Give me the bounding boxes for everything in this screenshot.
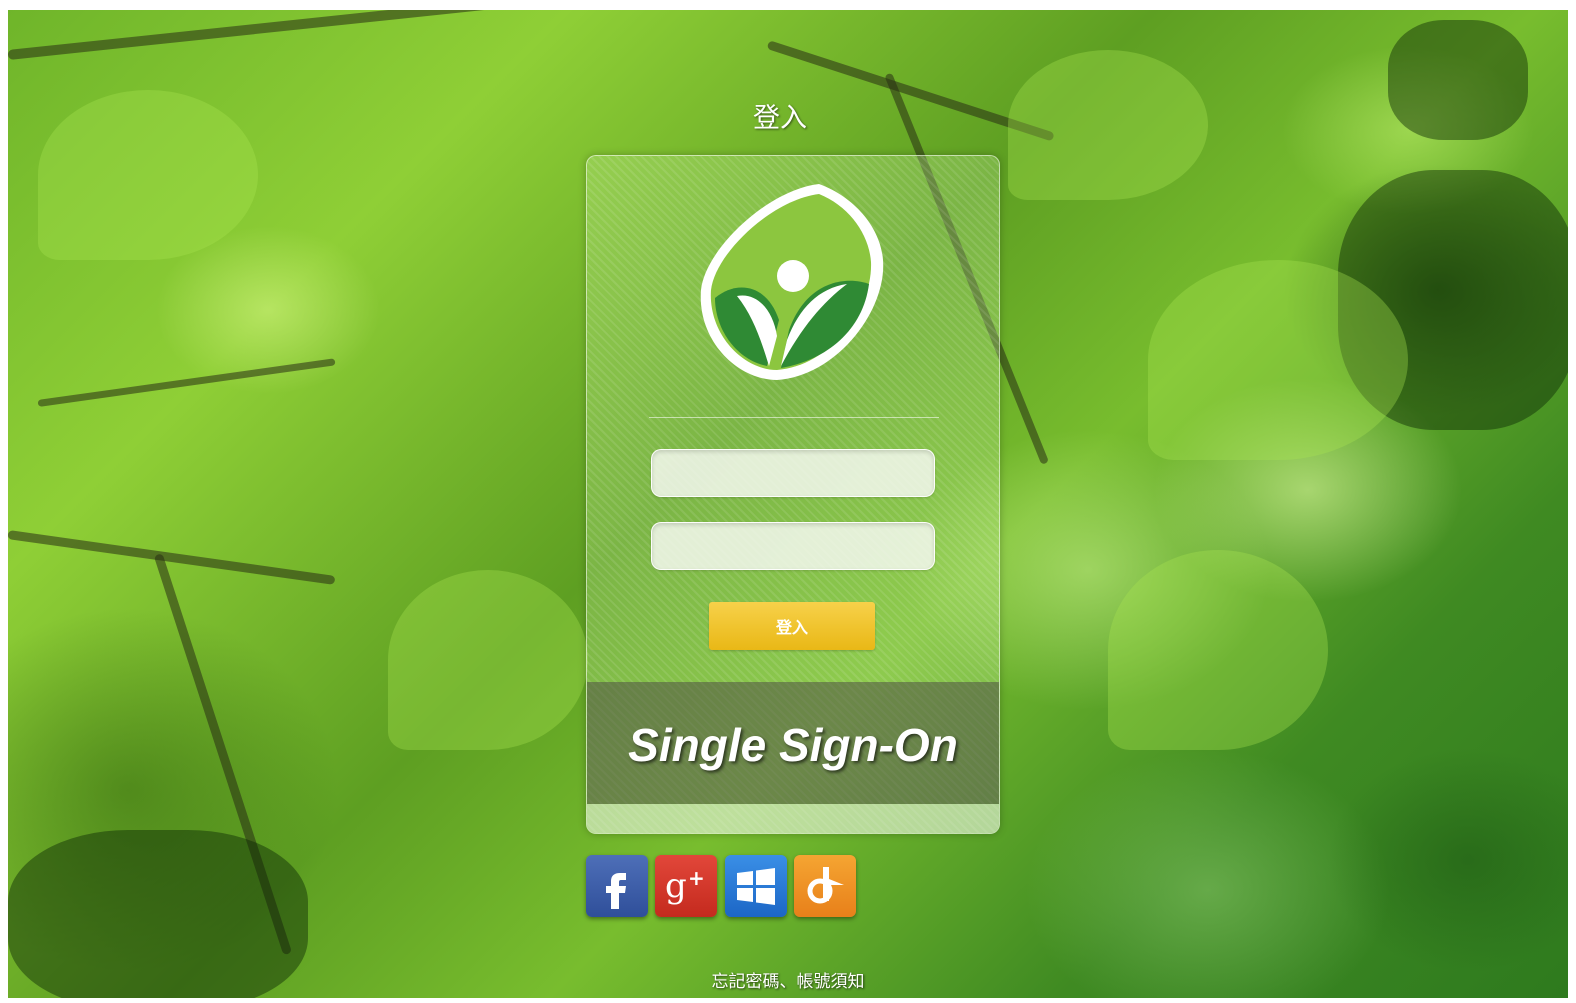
google-plus-login-button[interactable]: g + — [655, 855, 717, 917]
background-branch — [37, 358, 336, 407]
background-leaf — [388, 570, 588, 750]
login-button[interactable]: 登入 — [709, 602, 875, 650]
leaf-person-logo-icon — [697, 180, 891, 386]
facebook-icon — [606, 873, 626, 909]
forgot-password-link[interactable]: 忘記密碼、帳號須知 — [0, 967, 1576, 992]
svg-text:g: g — [665, 866, 687, 906]
background-branch — [8, 10, 626, 60]
sso-banner-text: Single Sign-On — [628, 719, 958, 771]
google-plus-icon: g + — [665, 866, 705, 906]
background-leaf — [38, 90, 258, 260]
username-field[interactable] — [651, 449, 935, 497]
background-branch — [8, 530, 336, 585]
windows-icon — [737, 868, 775, 905]
panel-footer-strip — [587, 804, 999, 833]
divider — [649, 417, 939, 418]
login-panel: 登入 Single Sign-On — [586, 155, 1000, 834]
background-leaf — [1148, 260, 1408, 460]
windows-login-button[interactable] — [725, 855, 787, 917]
background-leaf — [1108, 550, 1328, 750]
password-field[interactable] — [651, 522, 935, 570]
openid-login-button[interactable] — [794, 855, 856, 917]
openid-icon — [807, 867, 844, 904]
svg-text:+: + — [688, 866, 705, 890]
facebook-login-button[interactable] — [586, 855, 648, 917]
background-leaf — [1008, 50, 1208, 200]
background-shadow — [1388, 20, 1528, 140]
sso-banner: Single Sign-On — [587, 682, 999, 804]
page-title: 登入 — [753, 103, 807, 134]
